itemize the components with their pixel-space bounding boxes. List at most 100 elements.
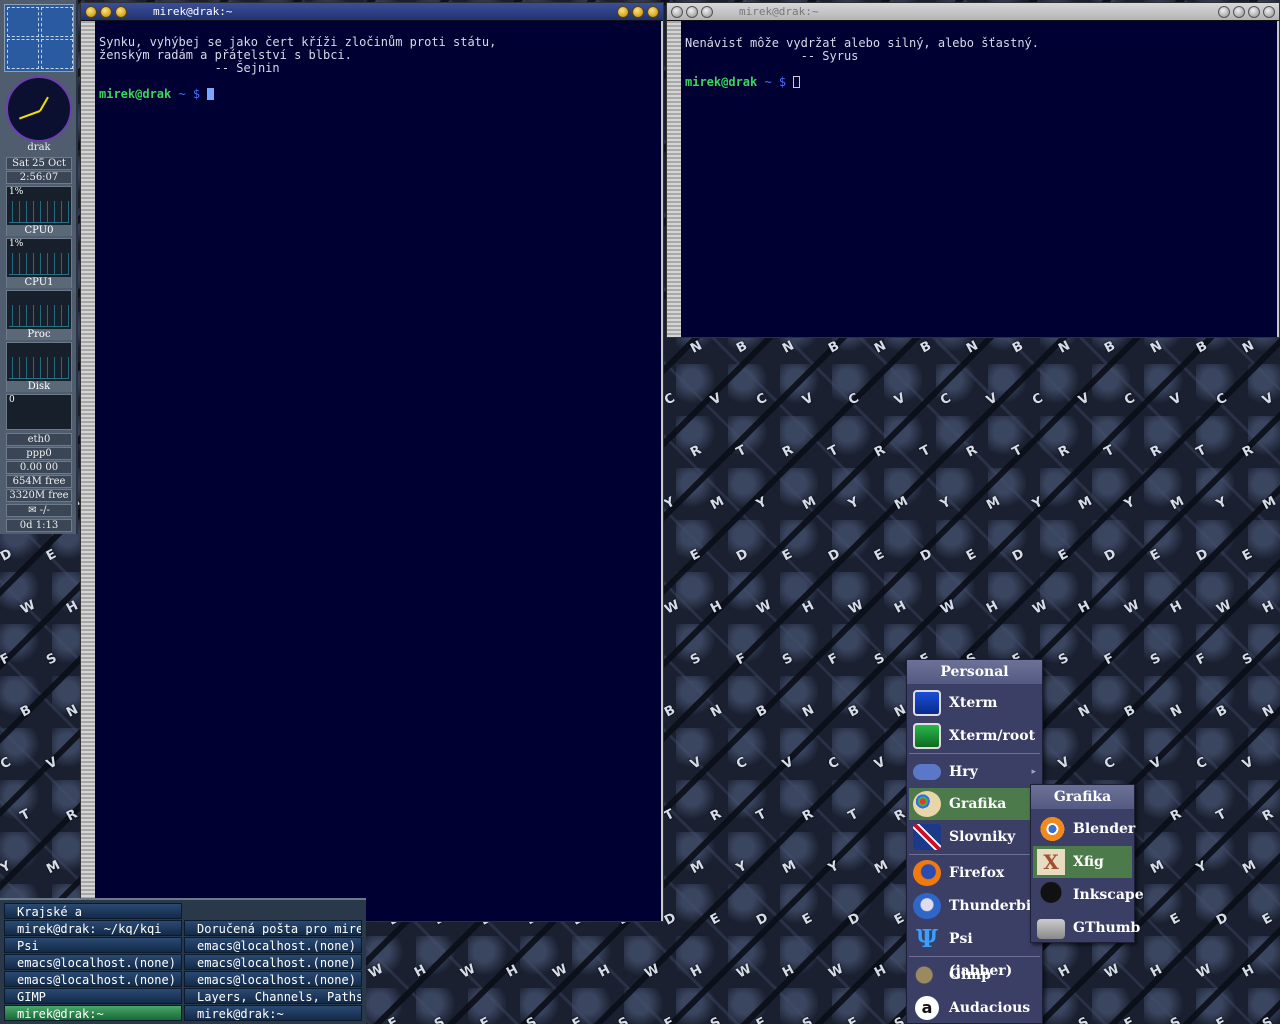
task-button[interactable]: Doručená pošta pro mire <box>184 920 362 936</box>
terminal-window-2[interactable]: mirek@drak:~ Nenávisť môže vydržať alebo… <box>666 2 1280 338</box>
audacious-icon: a <box>915 996 939 1020</box>
wallpaper-key-letter: B <box>1009 338 1026 357</box>
wallpaper-key-letter: M <box>1260 493 1279 514</box>
iconify-button[interactable] <box>701 6 713 18</box>
terminal-window-1[interactable]: mirek@drak:~ Synku, vyhýbej se jako čert… <box>80 2 664 922</box>
stick-button[interactable] <box>617 6 629 18</box>
wallpaper-key-letter: S <box>779 650 796 669</box>
wallpaper-key-letter: W <box>1122 597 1142 618</box>
wallpaper-key-letter: W <box>826 961 846 982</box>
wallpaper-key-letter: N <box>871 338 889 357</box>
pager-desk-2[interactable] <box>41 7 73 37</box>
task-button-active[interactable]: mirek@drak:~ <box>4 1005 182 1021</box>
desktop-pager[interactable] <box>4 4 74 72</box>
task-button[interactable]: Psi <box>4 937 182 953</box>
task-button[interactable]: GIMP <box>4 988 182 1004</box>
titlebar[interactable]: mirek@drak:~ <box>81 3 663 21</box>
resize-handle-left[interactable] <box>81 21 95 921</box>
wallpaper-key-letter: R <box>799 806 816 825</box>
wallpaper-key-letter: H <box>1167 598 1185 617</box>
menu-item-label: Gimp <box>949 967 991 983</box>
wallpaper-key-letter: Y <box>1193 858 1210 877</box>
menu-item-slovniky[interactable]: Slovniky <box>909 821 1040 853</box>
task-button[interactable]: emacs@localhost.(none) <box>184 937 362 953</box>
wallpaper-key-letter: M <box>892 493 911 514</box>
wallpaper-key-letter: V <box>1259 390 1276 409</box>
wallpaper-key-letter: F <box>661 1014 677 1024</box>
wallpaper-key-letter: D <box>661 910 679 929</box>
iconify-button[interactable] <box>115 6 127 18</box>
wallpaper-key-letter: T <box>1193 442 1209 461</box>
wallpaper-key-letter: Y <box>661 494 678 513</box>
shade-button[interactable] <box>686 6 698 18</box>
shade-button[interactable] <box>100 6 112 18</box>
wallpaper-key-letter: V <box>1147 754 1164 773</box>
wallpaper-key-letter: F <box>1213 1014 1229 1024</box>
menu-item-xterm-root[interactable]: Xterm/root <box>909 720 1040 752</box>
firefox-icon <box>913 860 941 886</box>
titlebar[interactable]: mirek@drak:~ <box>667 3 1279 21</box>
task-button[interactable]: emacs@localhost.(none) <box>184 954 362 970</box>
pager-desk-3[interactable] <box>7 39 39 69</box>
menu-item-blender[interactable]: Blender <box>1033 813 1135 845</box>
lower-button[interactable] <box>1263 6 1275 18</box>
submenu-title: Grafika <box>1031 785 1134 809</box>
terminal-output[interactable]: Synku, vyhýbej se jako čert kříži zločin… <box>95 21 661 921</box>
menu-item-gthumb[interactable]: GThumb <box>1033 912 1140 944</box>
wallpaper-key-letter: W <box>734 961 754 982</box>
wallpaper-key-letter: Y <box>733 858 750 877</box>
pager-desk-1[interactable] <box>7 7 39 37</box>
pager-desk-4[interactable] <box>41 39 73 69</box>
wallpaper-key-letter: V <box>687 754 704 773</box>
wallpaper-key-letter: W <box>1030 597 1050 618</box>
resize-handle-left[interactable] <box>667 21 681 337</box>
host-label: drak <box>27 142 51 153</box>
menu-item-firefox[interactable]: Firefox <box>909 857 1040 889</box>
wallpaper-key-letter: B <box>733 338 750 357</box>
wallpaper-key-letter: V <box>1055 754 1072 773</box>
menu-item-audacious[interactable]: a Audacious <box>909 992 1040 1024</box>
mail-status[interactable]: ✉ -/- <box>6 504 72 517</box>
close-button[interactable] <box>671 6 683 18</box>
terminal-output[interactable]: Nenávisť môže vydržať alebo silný, alebo… <box>681 21 1277 337</box>
task-button[interactable]: Krajské a <box>4 903 182 919</box>
task-button[interactable]: Layers, Channels, Paths <box>184 988 362 1004</box>
cpu0-monitor: 1% CPU0 <box>6 186 72 236</box>
maximize-button[interactable] <box>1248 6 1260 18</box>
wallpaper-key-letter: N <box>963 338 981 357</box>
wallpaper-key-letter: T <box>733 442 749 461</box>
close-button[interactable] <box>85 6 97 18</box>
mem-free-label: 654M free <box>6 475 72 488</box>
fortune-line: ženským radám a přátelství s blbci. <box>99 48 352 62</box>
menu-item-xfig[interactable]: X Xfig <box>1033 846 1132 878</box>
wallpaper-key-letter: C <box>0 754 14 773</box>
menu-item-psi[interactable]: Ψ Psi (jabber) <box>909 923 1040 980</box>
menu-item-thunderbird[interactable]: Thunderbird <box>909 890 1048 922</box>
task-button[interactable]: emacs@localhost.(none) <box>184 971 362 987</box>
menu-item-hry[interactable]: Hry ▸ <box>909 756 1040 788</box>
wallpaper-key-letter: S <box>615 1014 632 1024</box>
task-button[interactable]: emacs@localhost.(none) <box>4 971 182 987</box>
task-button[interactable]: emacs@localhost.(none) <box>4 954 182 970</box>
disk-graph <box>9 357 69 379</box>
menu-item-xterm[interactable]: Xterm <box>909 687 1040 719</box>
wallpaper-key-letter: F <box>569 1014 585 1024</box>
wallpaper-key-letter: M <box>1076 493 1095 514</box>
minimize-button[interactable] <box>1233 6 1245 18</box>
menu-item-gimp[interactable]: Gimp <box>909 959 1040 991</box>
fortune-line: -- Syrus <box>685 49 859 63</box>
proc-monitor: Proc <box>6 290 72 340</box>
stick-button[interactable] <box>1218 6 1230 18</box>
wallpaper-key-letter: Y <box>825 858 842 877</box>
wallpaper-key-letter: E <box>1055 546 1071 565</box>
gamepad-icon <box>913 764 941 780</box>
cpu1-percent: 1% <box>9 239 24 249</box>
maximize-button[interactable] <box>647 6 659 18</box>
minimize-button[interactable] <box>632 6 644 18</box>
task-button[interactable]: mirek@drak: ~/kq/kqi <box>4 920 182 936</box>
menu-item-inkscape[interactable]: Inkscape <box>1033 879 1144 911</box>
menu-item-grafika[interactable]: Grafika <box>909 788 1040 820</box>
wallpaper-key-letter: N <box>1167 702 1185 721</box>
task-button[interactable]: mirek@drak:~ <box>184 1005 362 1021</box>
menu-separator <box>909 753 1040 754</box>
